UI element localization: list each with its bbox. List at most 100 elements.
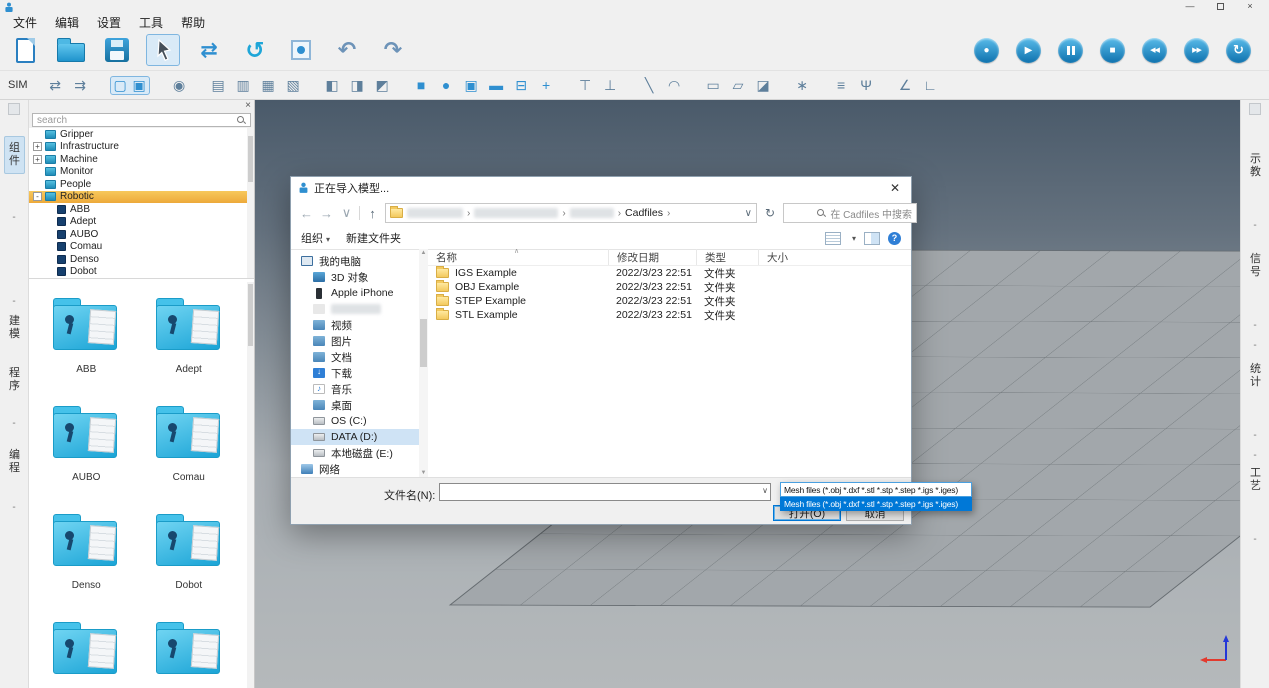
tree-item-denso[interactable]: Denso (29, 253, 248, 266)
arc-icon[interactable]: ◠ (665, 77, 684, 94)
tab-components[interactable]: 组件 (4, 136, 25, 174)
fast-forward-button[interactable]: ▶▶ (1184, 38, 1209, 63)
place-documents[interactable]: 文档 (291, 349, 419, 365)
rotate-tool-button[interactable]: ↺ (238, 34, 272, 66)
line-icon[interactable]: ╲ (640, 77, 659, 94)
center-view-button[interactable] (284, 34, 318, 66)
add-geometry-icon[interactable]: + (537, 77, 556, 93)
new-file-button[interactable] (8, 34, 42, 66)
array-icon[interactable]: ▧ (284, 77, 303, 94)
tab-statistics[interactable]: 统计 (1247, 358, 1264, 394)
file-row-stl[interactable]: STL Example 2022/3/23 22:51 文件夹 (428, 308, 911, 322)
breadcrumb-cadfiles[interactable]: Cadfiles (625, 207, 663, 219)
close-button[interactable]: × (1235, 0, 1265, 14)
folder-comau[interactable]: Comau (156, 390, 222, 498)
redo-button[interactable]: ↷ (376, 34, 410, 66)
menu-file[interactable]: 文件 (4, 14, 46, 31)
save-button[interactable] (100, 34, 134, 66)
box-shape-icon[interactable]: ■ (412, 77, 431, 93)
column-type[interactable]: 类型 (696, 249, 758, 265)
dialog-search-input[interactable]: 在 Cadfiles 中搜索 (783, 203, 917, 223)
file-row-obj[interactable]: OBJ Example 2022/3/23 22:51 文件夹 (428, 280, 911, 294)
place-this-pc[interactable]: 我的电脑 (291, 253, 419, 269)
column-modified[interactable]: 修改日期 (608, 249, 696, 265)
copy-icon[interactable]: ▤ (209, 77, 228, 94)
place-data-d[interactable]: DATA (D:) (291, 429, 419, 445)
folder-aubo[interactable]: AUBO (53, 390, 119, 498)
tree-icon[interactable]: Ψ (857, 77, 876, 93)
tree-item-people[interactable]: People (29, 178, 248, 191)
select-tool-button[interactable] (146, 34, 180, 66)
organize-button[interactable]: 组织▾ (301, 230, 330, 246)
tree-item-monitor[interactable]: Monitor (29, 166, 248, 179)
rewind-button[interactable]: ◀◀ (1142, 38, 1167, 63)
mirror-z-icon[interactable]: ◩ (373, 77, 392, 94)
address-dropdown-icon[interactable]: ∨ (745, 208, 752, 219)
folder-adept[interactable]: Adept (156, 282, 222, 390)
file-type-option-highlighted[interactable]: Mesh files (*.obj *.dxf *.stl *.stp *.st… (780, 497, 972, 511)
eye-icon[interactable]: ◉ (170, 77, 189, 94)
dialog-close-button[interactable]: ✕ (879, 177, 911, 199)
scroll-down-icon[interactable]: ▼ (419, 470, 428, 476)
record-button[interactable]: ● (974, 38, 999, 63)
place-desktop[interactable]: 桌面 (291, 397, 419, 413)
column-size[interactable]: 大小 (758, 249, 810, 265)
place-videos[interactable]: 视频 (291, 317, 419, 333)
translate-tool-button[interactable]: ⇄ (192, 34, 226, 66)
place-downloads[interactable]: 下载 (291, 365, 419, 381)
mirror-x-icon[interactable]: ◧ (323, 77, 342, 94)
maximize-button[interactable] (1205, 0, 1235, 14)
folder-item[interactable] (156, 606, 222, 688)
places-scrollbar[interactable]: ▲ ▼ (419, 249, 428, 477)
place-3d-objects[interactable]: 3D 对象 (291, 269, 419, 285)
plane-icon[interactable]: ▭ (704, 77, 723, 94)
stack-shape-icon[interactable]: ⊟ (512, 77, 531, 94)
tab-teach[interactable]: 示教 (1247, 148, 1264, 184)
expander-icon[interactable]: - (33, 192, 42, 201)
file-row-igs[interactable]: IGS Example 2022/3/23 22:51 文件夹 (428, 266, 911, 280)
preview-pane-icon[interactable] (864, 232, 880, 245)
tab-modeling[interactable]: 建模 (6, 310, 23, 346)
stop-button[interactable]: ■ (1100, 38, 1125, 63)
folder-abb[interactable]: ABB (53, 282, 119, 390)
right-angle-icon[interactable]: ∟ (921, 77, 940, 93)
tab-signal[interactable]: 信号 (1247, 248, 1264, 284)
place-network[interactable]: 网络 (291, 461, 419, 477)
file-type-selected[interactable]: Mesh files (*.obj *.dxf *.stl *.stp *.st… (780, 482, 972, 497)
expander-icon[interactable]: + (33, 155, 42, 164)
tree-item-comau[interactable]: Comau (29, 241, 248, 254)
play-button[interactable]: ▶ (1016, 38, 1041, 63)
open-file-button[interactable] (54, 34, 88, 66)
place-pictures[interactable]: 图片 (291, 333, 419, 349)
transfer-icon[interactable]: ⇉ (71, 77, 90, 94)
tree-item-aubo[interactable]: AUBO (29, 228, 248, 241)
new-folder-button[interactable]: 新建文件夹 (346, 230, 401, 246)
pause-button[interactable] (1058, 38, 1083, 63)
cylinder-shape-icon[interactable]: ▬ (487, 77, 506, 93)
place-disk-e[interactable]: 本地磁盘 (E:) (291, 445, 419, 461)
menu-help[interactable]: 帮助 (172, 14, 214, 31)
section-icon[interactable]: ◪ (754, 77, 773, 94)
chevron-down-icon[interactable]: ▾ (852, 234, 856, 243)
scroll-up-icon[interactable]: ▲ (419, 250, 428, 256)
folder-item[interactable] (53, 606, 119, 688)
layers-icon[interactable]: ≡ (832, 77, 851, 93)
tree-item-gripper[interactable]: Gripper (29, 128, 248, 141)
place-iphone[interactable]: Apple iPhone (291, 285, 419, 301)
tree-item-abb[interactable]: ABB (29, 203, 248, 216)
collapse-panel-button[interactable] (1249, 103, 1261, 115)
asterisk-icon[interactable]: ∗ (793, 77, 812, 94)
sphere-shape-icon[interactable]: ● (437, 77, 456, 93)
angle-icon[interactable]: ∠ (896, 77, 915, 94)
menu-edit[interactable]: 编辑 (46, 14, 88, 31)
tree-scrollbar[interactable] (247, 128, 254, 278)
minimize-button[interactable]: — (1175, 0, 1205, 14)
tab-program[interactable]: 程序 (6, 362, 23, 398)
measure-top-icon[interactable]: ⊤ (576, 77, 595, 94)
paste-icon[interactable]: ▥ (234, 77, 253, 94)
connect-icon[interactable]: ⇄ (46, 77, 65, 94)
view-list-icon[interactable] (825, 232, 841, 245)
collapse-panel-button[interactable] (8, 103, 20, 115)
menu-settings[interactable]: 设置 (88, 14, 130, 31)
refresh-icon[interactable]: ↻ (762, 206, 778, 220)
